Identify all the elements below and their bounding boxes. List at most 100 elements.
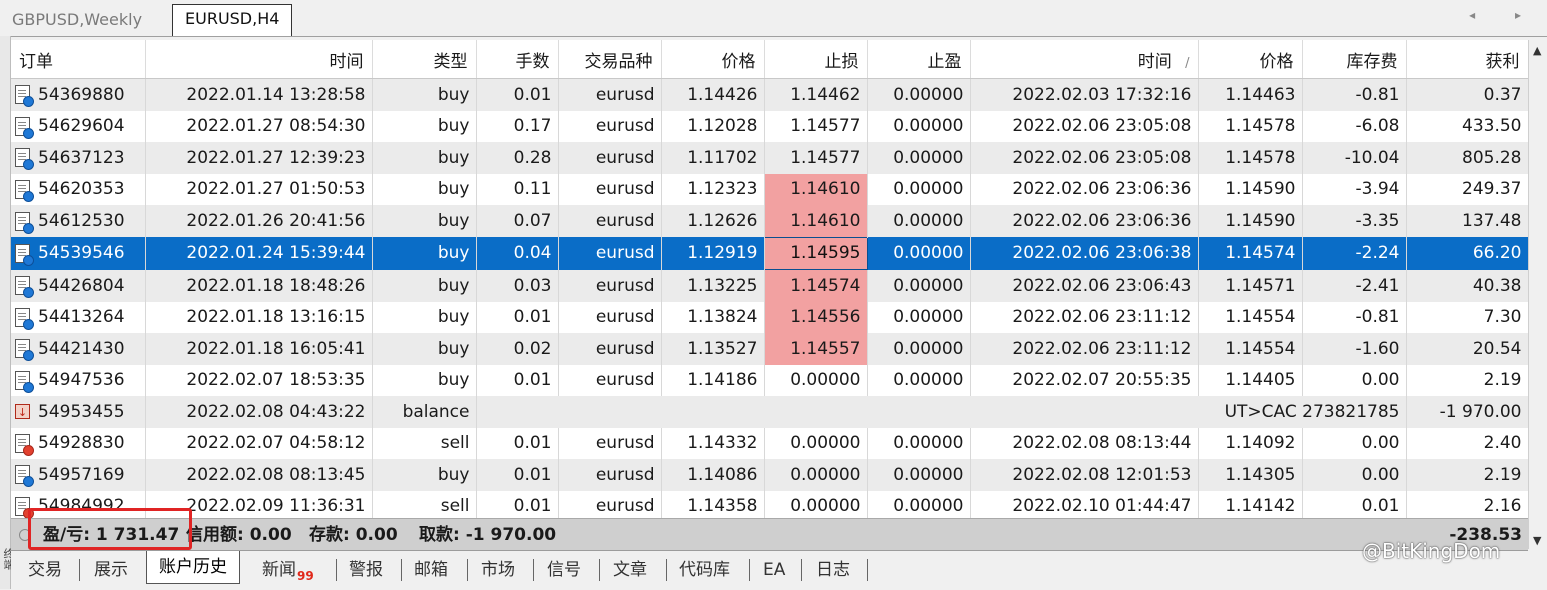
cell-close-time: 2022.02.06 23:06:43 [970, 269, 1199, 302]
col-header-open-time[interactable]: 时间 [145, 40, 373, 79]
toolbox-side-strip[interactable] [0, 36, 11, 589]
cell-profit: 433.50 [1406, 110, 1528, 142]
cell-type: buy [372, 205, 477, 237]
tab-mailbox[interactable]: 邮箱 [414, 557, 448, 583]
tab-code-base[interactable]: 代码库 [679, 557, 730, 583]
cell-symbol: eurusd [558, 142, 662, 174]
cell-symbol: eurusd [558, 237, 662, 270]
cell-close-time: 2022.02.07 20:55:35 [970, 364, 1199, 396]
scroll-down-arrow-icon[interactable]: ▼ [1533, 534, 1541, 547]
col-header-open-price[interactable]: 价格 [661, 40, 765, 79]
cell-order: 54612530 [11, 205, 146, 237]
cell-lots: 0.28 [476, 142, 559, 174]
chart-tab-eurusd-h4[interactable]: EURUSD,H4 [172, 4, 293, 36]
tab-signals[interactable]: 信号 [547, 557, 581, 583]
cell-swap: -10.04 [1302, 142, 1407, 174]
col-header-type[interactable]: 类型 [372, 40, 477, 79]
tab-account-history[interactable]: 账户历史 [146, 551, 240, 584]
scroll-up-arrow-icon[interactable]: ▲ [1533, 44, 1541, 57]
tab-experts[interactable]: EA [763, 557, 785, 583]
cell-symbol: eurusd [558, 110, 662, 142]
cell-open-time: 2022.01.18 13:16:15 [145, 301, 373, 333]
vertical-scrollbar[interactable]: ▲ ▼ [1528, 40, 1547, 549]
cell-open-time: 2022.01.26 20:41:56 [145, 205, 373, 237]
cell-type: buy [372, 364, 477, 396]
tab-separator [666, 559, 667, 581]
cell-stop-loss: 1.14595 [763, 236, 868, 270]
cell-type: buy [372, 237, 477, 270]
cell-open-price: 1.14426 [661, 78, 765, 111]
cell-profit: 805.28 [1406, 142, 1528, 174]
cell-close-time: 2022.02.10 01:44:47 [970, 490, 1199, 518]
cell-stop-loss: 1.14610 [764, 173, 868, 205]
cell-swap: 0.00 [1302, 364, 1407, 396]
table-row[interactable]: 54620353 2022.01.27 01:50:53 buy 0.11 eurusd… [11, 173, 1528, 205]
cell-profit: 7.30 [1406, 301, 1528, 333]
tab-news-label: 新闻 [262, 560, 296, 580]
tab-trade[interactable]: 交易 [28, 557, 62, 583]
cell-symbol: eurusd [558, 333, 662, 365]
table-row[interactable]: 54947536 2022.02.07 18:53:35 buy 0.01 eurusd… [11, 364, 1528, 396]
buy-dot-icon [23, 381, 34, 393]
cell-lots: 0.01 [476, 78, 559, 111]
col-header-lots[interactable]: 手数 [476, 40, 559, 79]
col-header-symbol[interactable]: 交易品种 [558, 40, 662, 79]
watermark: @BitKingDom [1362, 539, 1501, 563]
col-header-order[interactable]: 订单 [11, 40, 146, 79]
table-row[interactable]: 54612530 2022.01.26 20:41:56 buy 0.07 eurusd… [11, 205, 1528, 237]
tab-separator [599, 559, 600, 581]
tab-scroll-arrows[interactable]: ◂ ▸ [1469, 8, 1539, 22]
cell-profit: -1 970.00 [1406, 396, 1528, 428]
table-row[interactable]: 54369880 2022.01.14 13:28:58 buy 0.01 eurusd… [11, 78, 1528, 111]
cell-profit: 2.16 [1406, 490, 1528, 518]
cell-open-price: 1.14332 [661, 427, 765, 459]
cell-open-price: 1.13824 [661, 301, 765, 333]
col-header-profit[interactable]: 获利 [1406, 40, 1528, 79]
tab-exposure[interactable]: 展示 [94, 557, 128, 583]
cell-open-time: 2022.01.18 16:05:41 [145, 333, 373, 365]
deal-document-icon [15, 276, 34, 298]
cell-open-price: 1.13527 [661, 333, 765, 365]
tab-market[interactable]: 市场 [481, 557, 515, 583]
tab-news[interactable]: 新闻99 [262, 557, 314, 583]
cell-lots: 0.04 [476, 237, 559, 270]
cell-open-price: 1.12626 [661, 205, 765, 237]
cell-symbol: eurusd [558, 173, 662, 205]
table-row[interactable]: 54426804 2022.01.18 18:48:26 buy 0.03 eurusd… [11, 269, 1528, 302]
cell-close-time: 2022.02.03 17:32:16 [970, 78, 1199, 111]
table-row[interactable]: 54413264 2022.01.18 13:16:15 buy 0.01 eurusd… [11, 301, 1528, 333]
cell-symbol: eurusd [558, 427, 662, 459]
cell-close-time: 2022.02.06 23:11:12 [970, 333, 1199, 365]
cell-stop-loss: 1.14577 [764, 142, 868, 174]
table-row[interactable]: 54984992 2022.02.09 11:36:31 sell 0.01 eurus… [11, 490, 1528, 518]
order-number: 54637123 [38, 147, 125, 168]
order-number: 54928830 [38, 433, 125, 454]
table-row[interactable]: 54539546 2022.01.24 15:39:44 buy 0.04 eurusd… [11, 236, 1528, 270]
col-header-stop-loss[interactable]: 止损 [764, 40, 868, 79]
cell-swap: -6.08 [1302, 110, 1407, 142]
table-row[interactable]: 54928830 2022.02.07 04:58:12 sell 0.01 eurus… [11, 427, 1528, 459]
table-row[interactable]: ↓ 54953455 2022.02.08 04:43:22 balance UT>CA… [11, 396, 1528, 428]
col-header-take-profit[interactable]: 止盈 [867, 40, 971, 79]
order-number: 54421430 [38, 338, 125, 359]
col-header-close-price[interactable]: 价格 [1198, 40, 1303, 79]
order-number: 54369880 [38, 84, 125, 105]
cell-close-time: 2022.02.08 08:13:44 [970, 427, 1199, 459]
cell-profit: 137.48 [1406, 205, 1528, 237]
table-row[interactable]: 54629604 2022.01.27 08:54:30 buy 0.17 eurusd… [11, 110, 1528, 142]
tab-alerts[interactable]: 警报 [349, 557, 383, 583]
table-header-row: 订单 时间 类型 手数 交易品种 价格 止损 止盈 时间 / 价格 库存费 获利 [11, 40, 1528, 79]
tab-articles[interactable]: 文章 [613, 557, 647, 583]
cell-symbol: eurusd [558, 78, 662, 111]
tab-separator [467, 559, 468, 581]
table-row[interactable]: 54637123 2022.01.27 12:39:23 buy 0.28 eurusd… [11, 142, 1528, 174]
deal-document-icon [15, 465, 34, 488]
buy-dot-icon [23, 127, 34, 139]
tab-journal[interactable]: 日志 [816, 557, 850, 583]
col-header-close-time[interactable]: 时间 / [970, 40, 1199, 79]
chart-tab-gbpusd-weekly[interactable]: GBPUSD,Weekly [0, 6, 154, 34]
table-row[interactable]: 54957169 2022.02.08 08:13:45 buy 0.01 eurusd… [11, 459, 1528, 491]
table-row[interactable]: 54421430 2022.01.18 16:05:41 buy 0.02 eurusd… [11, 333, 1528, 365]
cell-swap: 0.00 [1302, 459, 1407, 491]
col-header-swap[interactable]: 库存费 [1302, 40, 1407, 79]
